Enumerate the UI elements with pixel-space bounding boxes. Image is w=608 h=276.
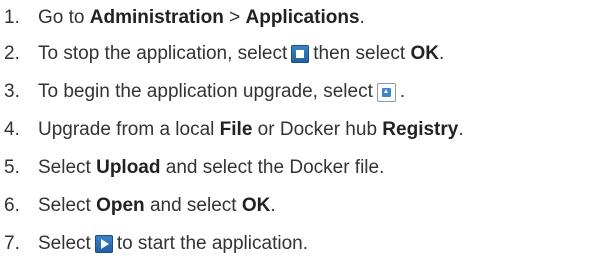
step-text-part: . — [270, 195, 276, 216]
step-text-part: Go to — [38, 6, 85, 28]
ok-label: OK — [241, 195, 271, 216]
step-1: 1. Go to Administration > Applications. — [0, 0, 608, 35]
step-text-part: To begin the application upgrade, select — [38, 81, 373, 102]
step-text-part: . — [438, 43, 445, 64]
start-icon — [94, 235, 113, 253]
step-text-part: or Docker hub — [257, 119, 378, 140]
upgrade-icon — [376, 82, 396, 102]
step-text-part: and select — [149, 195, 237, 216]
step-2: 2. To stop the application, select then … — [0, 35, 608, 73]
upload-label: Upload — [96, 157, 161, 178]
step-5: 5. Select Upload and select the Docker f… — [0, 149, 608, 187]
step-text-part: To stop the application, select — [38, 43, 288, 64]
step-7: 7. Select to start the application. — [0, 225, 608, 263]
file-label: File — [219, 119, 253, 140]
administration-label: Administration — [89, 6, 224, 28]
step-text-part: . — [359, 6, 365, 28]
step-text-part: > — [229, 6, 241, 28]
instruction-steps: 1. Go to Administration > Applications. … — [0, 0, 608, 263]
step-number: 1. — [4, 6, 20, 28]
step-number: 2. — [4, 43, 20, 64]
step-text-part: Select — [38, 157, 91, 178]
step-text: Select to start the application. — [38, 233, 308, 255]
applications-label: Applications — [245, 6, 360, 28]
step-text-part: Select — [38, 195, 91, 216]
step-text-part: Select — [38, 233, 91, 254]
step-text-part: then select — [313, 43, 406, 64]
step-text-part: . — [458, 119, 464, 140]
step-3: 3. To begin the application upgrade, sel… — [0, 73, 608, 111]
ok-label: OK — [410, 43, 439, 64]
step-number: 7. — [4, 233, 20, 254]
step-text: Go to Administration > Applications. — [38, 7, 365, 29]
step-text: To begin the application upgrade, select… — [38, 81, 405, 103]
step-text: To stop the application, select then sel… — [38, 43, 444, 65]
step-text-part: . — [399, 81, 406, 102]
step-text-part: and select the Docker file. — [165, 157, 385, 178]
step-number: 3. — [4, 81, 20, 102]
step-text-part: Upgrade from a local — [38, 119, 215, 140]
step-text: Upgrade from a local File or Docker hub … — [38, 119, 464, 141]
open-label: Open — [96, 195, 145, 216]
step-number: 4. — [4, 119, 20, 140]
step-6: 6. Select Open and select OK. — [0, 187, 608, 225]
step-text: Select Upload and select the Docker file… — [38, 157, 384, 179]
registry-label: Registry — [382, 119, 459, 140]
step-4: 4. Upgrade from a local File or Docker h… — [0, 111, 608, 149]
step-text: Select Open and select OK. — [38, 195, 276, 217]
step-number: 6. — [4, 195, 20, 216]
step-text-part: to start the application. — [116, 233, 308, 254]
step-number: 5. — [4, 157, 20, 178]
stop-icon — [291, 45, 310, 63]
